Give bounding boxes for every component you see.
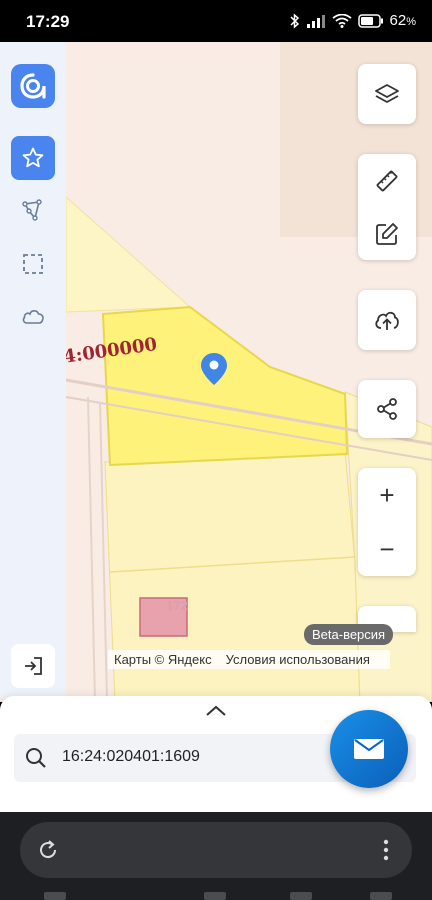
mail-fab-button[interactable] bbox=[330, 710, 408, 788]
search-icon bbox=[26, 748, 46, 768]
status-icons: 62% bbox=[290, 12, 416, 29]
favorites-button[interactable] bbox=[11, 136, 55, 180]
left-sidebar bbox=[0, 42, 66, 698]
wifi-icon bbox=[331, 13, 352, 28]
maps-copyright[interactable]: Карты © Яндекс bbox=[114, 652, 212, 667]
edit-button[interactable] bbox=[367, 214, 407, 254]
app-logo-button[interactable] bbox=[11, 64, 55, 108]
bluetooth-icon bbox=[290, 12, 299, 29]
upload-button[interactable] bbox=[358, 290, 416, 350]
layers-button[interactable] bbox=[358, 64, 416, 124]
battery-percent: 62% bbox=[389, 12, 416, 29]
location-pin-icon[interactable] bbox=[200, 352, 228, 386]
layers-icon bbox=[375, 84, 399, 103]
share-button[interactable] bbox=[358, 380, 416, 438]
zoom-in-icon: + bbox=[379, 479, 395, 510]
app-logo-icon bbox=[20, 73, 46, 99]
dashed-square-icon bbox=[23, 254, 43, 274]
measure-edit-group bbox=[358, 154, 416, 260]
star-icon bbox=[22, 147, 44, 168]
more-options-icon[interactable] bbox=[382, 838, 390, 862]
cloud-icon bbox=[22, 310, 44, 324]
upload-icon bbox=[375, 311, 399, 330]
zoom-out-button[interactable]: − bbox=[367, 529, 407, 569]
address-bar[interactable] bbox=[20, 822, 412, 878]
status-bar: 17:29 62% bbox=[0, 0, 432, 42]
browser-nav-row bbox=[44, 892, 392, 900]
reload-icon[interactable] bbox=[36, 838, 60, 862]
ruler-button[interactable] bbox=[367, 161, 407, 201]
cloud-button[interactable] bbox=[11, 294, 55, 338]
zoom-in-button[interactable]: + bbox=[367, 475, 407, 515]
zoom-controls: + − bbox=[358, 468, 416, 576]
status-time: 17:29 bbox=[26, 12, 70, 31]
small-parcel-number: 172 bbox=[166, 598, 188, 613]
terms-link[interactable]: Условия использования bbox=[226, 652, 370, 667]
edit-icon bbox=[376, 222, 398, 245]
browser-bar bbox=[0, 812, 432, 900]
signal-icon bbox=[306, 14, 325, 28]
polygon-icon bbox=[22, 199, 42, 221]
polygon-tool-button[interactable] bbox=[11, 188, 55, 232]
chevron-up-icon[interactable] bbox=[204, 704, 228, 718]
select-area-button[interactable] bbox=[11, 242, 55, 286]
share-icon bbox=[377, 398, 397, 420]
login-button[interactable] bbox=[11, 644, 55, 688]
mail-icon bbox=[354, 739, 384, 759]
beta-badge: Beta-версия bbox=[304, 624, 394, 645]
ruler-icon bbox=[376, 170, 398, 191]
zoom-out-icon: − bbox=[379, 533, 395, 564]
search-value[interactable]: 16:24:020401:1609 bbox=[62, 748, 200, 766]
map-attribution: Карты © Яндекс Условия использования bbox=[108, 650, 390, 669]
battery-icon bbox=[357, 13, 383, 28]
login-icon bbox=[25, 657, 42, 675]
